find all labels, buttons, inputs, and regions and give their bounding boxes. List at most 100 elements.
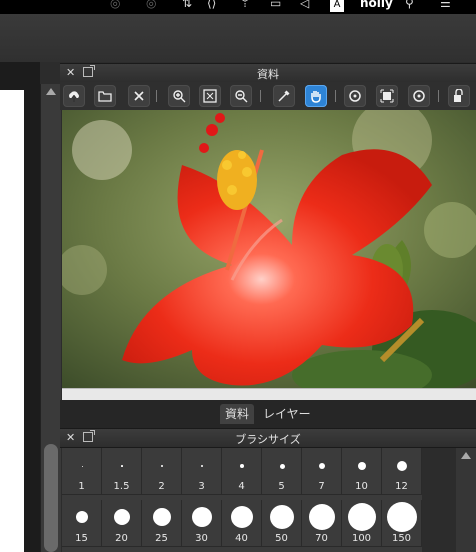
tab-layers[interactable]: レイヤー bbox=[258, 404, 316, 424]
brush-size-grid: 1 1.5 2 3 4 5 7 10 12 15 20 25 30 40 50 70 100 150 bbox=[62, 448, 422, 552]
materials-toolbar bbox=[60, 82, 476, 110]
canvas-page bbox=[0, 90, 24, 552]
user-name[interactable]: holly bbox=[360, 0, 393, 10]
open-folder-button[interactable] bbox=[94, 85, 116, 107]
brush-size-label: 20 bbox=[115, 533, 128, 544]
brush-panel-scrollbar[interactable] bbox=[456, 448, 476, 552]
menu-icon-b[interactable]: ⟨⟩ bbox=[207, 0, 216, 10]
brush-dot-icon bbox=[240, 464, 244, 468]
reference-image-hibiscus[interactable] bbox=[62, 110, 476, 388]
hand-tool-button[interactable] bbox=[305, 85, 327, 107]
vertical-scrollbar[interactable] bbox=[40, 84, 61, 552]
input-method-icon[interactable]: A bbox=[330, 0, 344, 12]
lock-button[interactable] bbox=[448, 85, 470, 107]
brush-size-cell[interactable]: 30 bbox=[182, 500, 222, 547]
brush-size-label: 1.5 bbox=[113, 481, 130, 492]
brush-dot-icon bbox=[397, 461, 407, 471]
rotate-left-icon bbox=[349, 90, 361, 102]
toolbar-separator bbox=[438, 90, 439, 102]
brush-size-label: 100 bbox=[351, 533, 372, 544]
brush-size-cell[interactable]: 70 bbox=[302, 500, 342, 547]
brush-size-cell[interactable]: 7 bbox=[302, 448, 342, 495]
menu-list-icon[interactable]: ☰ bbox=[440, 0, 451, 10]
brush-size-cell[interactable]: 50 bbox=[262, 500, 302, 547]
brush-size-label: 40 bbox=[235, 533, 248, 544]
folder-icon bbox=[98, 91, 112, 102]
brush-size-cell[interactable]: 40 bbox=[222, 500, 262, 547]
brush-size-label: 5 bbox=[278, 481, 285, 492]
brush-size-label: 25 bbox=[155, 533, 168, 544]
wifi-icon[interactable]: ⇡ bbox=[240, 0, 250, 10]
brush-size-cell[interactable]: 20 bbox=[102, 500, 142, 547]
brush-size-label: 1 bbox=[78, 481, 85, 492]
rotate-right-button[interactable] bbox=[408, 85, 430, 107]
panel-tabs: 資料 レイヤー bbox=[60, 400, 476, 428]
brush-size-cell[interactable]: 3 bbox=[182, 448, 222, 495]
brush-size-cell[interactable]: 15 bbox=[62, 500, 102, 547]
brush-dot-icon bbox=[348, 503, 376, 531]
brush-size-cell[interactable]: 2 bbox=[142, 448, 182, 495]
scroll-up-arrow-icon[interactable] bbox=[46, 88, 56, 95]
brush-size-cell[interactable]: 4 bbox=[222, 448, 262, 495]
brush-dot-icon bbox=[387, 502, 417, 532]
fit-screen-button[interactable] bbox=[199, 85, 221, 107]
close-icon bbox=[134, 91, 144, 101]
brush-dot-icon bbox=[121, 465, 123, 467]
brush-size-label: 15 bbox=[75, 533, 88, 544]
brush-panel-titlebar[interactable]: ✕ ブラシサイズ bbox=[60, 428, 476, 448]
brush-dot-icon bbox=[309, 504, 335, 530]
zoom-out-button[interactable] bbox=[230, 85, 252, 107]
brush-dot-icon bbox=[76, 511, 88, 523]
brush-size-label: 30 bbox=[195, 533, 208, 544]
hibiscus-image bbox=[62, 110, 476, 388]
brush-size-cell[interactable]: 1.5 bbox=[102, 448, 142, 495]
menu-icon-a[interactable]: ⇅ bbox=[182, 0, 192, 10]
zoom-in-icon bbox=[173, 90, 186, 103]
brush-size-cell[interactable]: 12 bbox=[382, 448, 422, 495]
brush-dot-icon bbox=[358, 462, 366, 470]
brush-size-cell[interactable]: 25 bbox=[142, 500, 182, 547]
brush-size-cell[interactable]: 1 bbox=[62, 448, 102, 495]
scroll-up-arrow-icon[interactable] bbox=[461, 452, 471, 459]
brush-size-cell[interactable]: 150 bbox=[382, 500, 422, 547]
brush-size-cell[interactable]: 10 bbox=[342, 448, 382, 495]
eyedropper-button[interactable] bbox=[273, 85, 295, 107]
tab-materials[interactable]: 資料 bbox=[220, 404, 255, 424]
volume-icon[interactable]: ◁ bbox=[300, 0, 309, 10]
brush-dot-icon bbox=[279, 463, 285, 469]
brush-size-cell[interactable]: 5 bbox=[262, 448, 302, 495]
brush-dot-icon bbox=[161, 465, 163, 467]
status-icon-1[interactable]: ◎ bbox=[110, 0, 120, 10]
status-icon-2[interactable]: ◎ bbox=[146, 0, 156, 10]
battery-icon[interactable]: ▭ bbox=[270, 0, 281, 10]
brush-dot-icon bbox=[231, 506, 253, 528]
zoom-in-button[interactable] bbox=[168, 85, 190, 107]
cloud-upload-button[interactable] bbox=[63, 85, 85, 107]
rotate-right-icon bbox=[413, 90, 425, 102]
fit-screen-icon bbox=[203, 89, 217, 103]
search-icon[interactable]: ⚲ bbox=[405, 0, 414, 10]
brush-size-label: 10 bbox=[355, 481, 368, 492]
brush-size-label: 4 bbox=[238, 481, 245, 492]
cloud-upload-icon bbox=[69, 91, 79, 102]
document-canvas-area bbox=[0, 62, 40, 552]
brush-size-label: 12 bbox=[395, 481, 408, 492]
scroll-thumb[interactable] bbox=[44, 444, 58, 552]
close-image-button[interactable] bbox=[128, 85, 150, 107]
reset-icon bbox=[380, 89, 394, 103]
hand-icon bbox=[311, 91, 321, 103]
brush-dot-icon bbox=[200, 464, 204, 468]
brush-size-cell[interactable]: 100 bbox=[342, 500, 382, 547]
brush-dot-icon bbox=[81, 465, 83, 467]
menu-bar: ◎ ◎ ⇅ ⟨⟩ ⇡ ▭ ◁ A holly ⚲ ☰ bbox=[0, 0, 476, 14]
rotate-left-button[interactable] bbox=[344, 85, 366, 107]
brush-size-label: 7 bbox=[318, 481, 325, 492]
app-toolbar-area bbox=[0, 14, 476, 62]
lock-icon bbox=[454, 89, 463, 102]
brush-dot-icon bbox=[153, 508, 171, 526]
reset-view-button[interactable] bbox=[376, 85, 398, 107]
toolbar-separator bbox=[260, 90, 261, 102]
brush-size-label: 50 bbox=[275, 533, 288, 544]
brush-size-label: 70 bbox=[315, 533, 328, 544]
materials-panel-titlebar[interactable]: ✕ 資料 bbox=[60, 63, 476, 83]
